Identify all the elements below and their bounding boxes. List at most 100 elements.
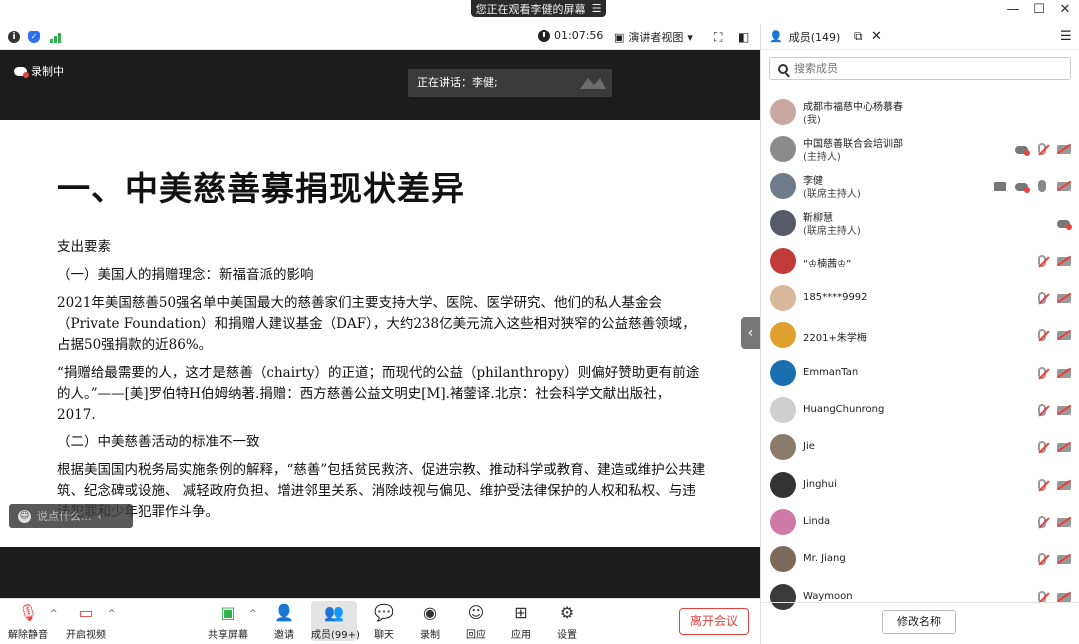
members-icon: 👤	[769, 30, 783, 43]
member-row[interactable]: 中国慈善联合会培训部 (主持人)	[761, 131, 1079, 168]
member-search[interactable]	[769, 57, 1071, 80]
cloud-record-icon[interactable]	[1057, 217, 1072, 230]
mic-muted-icon[interactable]	[1036, 367, 1049, 379]
member-row[interactable]: “♔楠茜♔”	[761, 243, 1079, 280]
screen-share-icon[interactable]	[994, 180, 1007, 192]
slide-paragraph: （二）中美慈善活动的标准不一致	[57, 434, 260, 450]
member-row[interactable]: Linda	[761, 504, 1079, 541]
member-row[interactable]: Jinghui	[761, 467, 1079, 504]
shield-icon[interactable]: ✓	[28, 30, 40, 43]
settings-button[interactable]: ⚙ 设置	[545, 603, 589, 641]
mic-muted-icon[interactable]	[1036, 255, 1049, 267]
info-icon[interactable]: i	[8, 30, 20, 43]
video-off-icon[interactable]	[1057, 479, 1071, 491]
share-options-caret[interactable]: ^	[249, 609, 257, 619]
leave-meeting-button[interactable]: 离开会议	[679, 608, 749, 635]
mic-muted-icon[interactable]	[1036, 292, 1049, 304]
invite-button[interactable]: 👤 邀请	[262, 603, 306, 641]
mic-muted-icon[interactable]	[1036, 516, 1049, 528]
signal-icon[interactable]	[50, 31, 61, 43]
mic-muted-icon: 🎙	[17, 603, 39, 622]
mic-muted-icon[interactable]	[1036, 479, 1049, 491]
fullscreen-icon[interactable]: ⛶	[714, 30, 722, 45]
video-stage: 录制中 正在讲话：李健; 一、中美慈善募捐现状差异 支出要素 （一）美国人的捐赠…	[0, 50, 760, 598]
video-off-icon[interactable]	[1057, 143, 1071, 155]
members-panel-header: 👤 成员(149) ⧉ ✕ ☰	[761, 24, 1079, 50]
cloud-record-icon[interactable]	[1015, 143, 1030, 156]
close-icon[interactable]: ✕	[1055, 2, 1075, 17]
member-status-icons	[1036, 553, 1071, 565]
member-row[interactable]: 2201+朱学梅	[761, 317, 1079, 354]
apps-button[interactable]: ⊞ 应用	[499, 603, 543, 641]
member-row[interactable]: 185****9992	[761, 280, 1079, 317]
video-off-icon[interactable]	[1057, 255, 1071, 267]
meeting-toolbar: 🎙 解除静音 ^ ▭ 开启视频 ^ ▣ 共享屏幕 ^ 👤 邀请 👥 成员(99+…	[0, 598, 760, 644]
video-off-icon[interactable]	[1057, 516, 1071, 528]
video-off-icon[interactable]	[1057, 553, 1071, 565]
video-off-icon[interactable]	[1057, 367, 1071, 379]
member-row[interactable]: EmmanTan	[761, 355, 1079, 392]
collapse-panel-arrow[interactable]: ‹	[741, 317, 760, 349]
mic-icon[interactable]	[1036, 180, 1049, 192]
member-name: Jinghui	[803, 479, 837, 490]
record-button[interactable]: ◉ 录制	[408, 603, 452, 641]
member-name: 185****9992	[803, 292, 868, 303]
avatar	[770, 210, 796, 236]
video-off-icon[interactable]	[1057, 404, 1071, 416]
shared-slide: 一、中美慈善募捐现状差异 支出要素 （一）美国人的捐赠理念：新福音派的影响 20…	[0, 120, 760, 547]
share-screen-button[interactable]: ▣ 共享屏幕	[206, 603, 250, 641]
sidebar-toggle-icon[interactable]: ◧	[738, 30, 749, 44]
unmute-button[interactable]: 🎙 解除静音	[6, 603, 50, 641]
video-off-icon[interactable]	[1057, 329, 1071, 341]
reactions-button[interactable]: ☺ 回应	[454, 603, 498, 641]
view-mode-selector[interactable]: ▣ 演讲者视图 ▾	[614, 29, 693, 45]
audio-options-caret[interactable]: ^	[50, 609, 58, 619]
member-name: Jie	[803, 441, 815, 452]
avatar	[770, 322, 796, 348]
search-input[interactable]	[794, 62, 1034, 75]
video-options-caret[interactable]: ^	[108, 609, 116, 619]
video-off-icon[interactable]	[1057, 441, 1071, 453]
reaction-icon: ☺	[467, 603, 485, 622]
chat-placeholder: 说点什么...	[37, 510, 92, 523]
screen-share-banner[interactable]: 您正在观看李健的屏幕 ☰	[471, 0, 606, 17]
member-row[interactable]: 李健 (联席主持人)	[761, 168, 1079, 205]
close-icon[interactable]: ✕	[871, 29, 882, 44]
member-status-icons	[1036, 329, 1071, 341]
mic-muted-icon[interactable]	[1036, 329, 1049, 341]
clock-icon	[538, 29, 550, 42]
popout-icon[interactable]: ⧉	[854, 29, 863, 44]
rename-button[interactable]: 修改名称	[882, 610, 956, 634]
video-off-icon[interactable]	[1057, 180, 1071, 192]
member-row[interactable]: 成都市福慈中心杨慕春 (我)	[761, 94, 1079, 131]
emoji-icon[interactable]: ☺	[18, 509, 31, 523]
member-row[interactable]: 靳柳慧 (联席主持人)	[761, 205, 1079, 242]
chat-button[interactable]: 💬 聊天	[362, 603, 406, 641]
member-row[interactable]: HuangChunrong	[761, 392, 1079, 429]
mic-muted-icon[interactable]	[1036, 553, 1049, 565]
minimize-icon[interactable]: —	[1003, 2, 1023, 17]
member-role: (联席主持人)	[803, 189, 861, 200]
member-status-icons	[1036, 516, 1071, 528]
member-status-icons	[1036, 479, 1071, 491]
window-titlebar: 您正在观看李健的屏幕 ☰ — ☐ ✕	[0, 0, 1079, 24]
member-status-icons	[1036, 367, 1071, 379]
menu-icon[interactable]: ☰	[1060, 29, 1072, 44]
member-row[interactable]: Jie	[761, 429, 1079, 466]
member-row[interactable]: Mr. Jiang	[761, 541, 1079, 578]
slide-paragraph: “捐赠给最需要的人，这才是慈善（chairty）的正道；而现代的公益（phila…	[57, 365, 700, 423]
video-off-icon[interactable]	[1057, 292, 1071, 304]
member-status-icons	[1057, 217, 1072, 230]
maximize-icon[interactable]: ☐	[1029, 2, 1049, 17]
mic-muted-icon[interactable]	[1036, 404, 1049, 416]
mic-muted-icon[interactable]	[1036, 143, 1049, 155]
member-name: HuangChunrong	[803, 404, 885, 415]
members-button[interactable]: 👥 成员(99+)	[311, 601, 360, 641]
cloud-record-icon[interactable]	[1015, 180, 1030, 193]
chevron-left-icon[interactable]: ‹	[98, 510, 102, 523]
start-video-button[interactable]: ▭ 开启视频	[64, 603, 108, 641]
mic-muted-icon[interactable]	[1036, 441, 1049, 453]
avatar	[770, 472, 796, 498]
member-name: Mr. Jiang	[803, 553, 846, 564]
quick-chat-input[interactable]: ☺ 说点什么... ‹	[9, 504, 133, 528]
